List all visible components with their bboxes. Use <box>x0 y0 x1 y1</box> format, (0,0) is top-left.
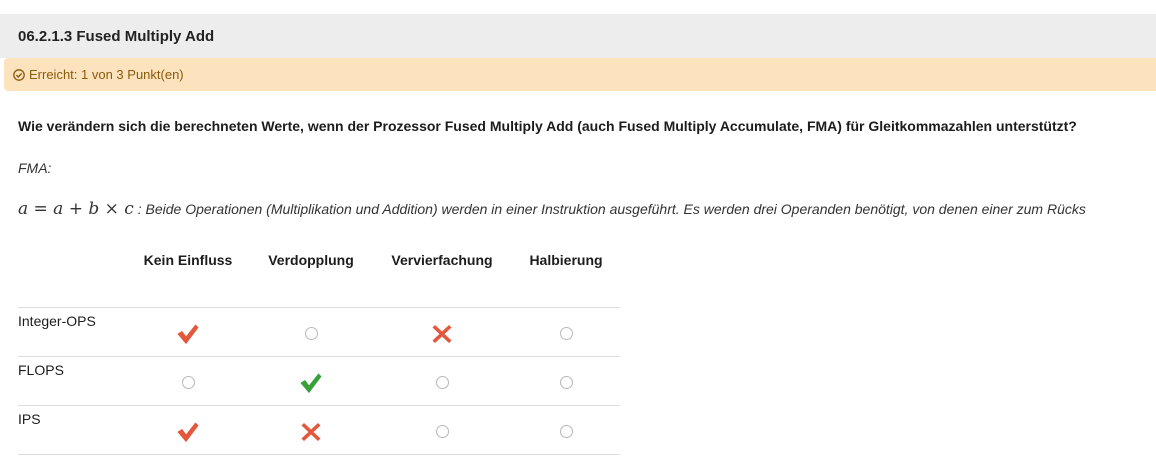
row-header-empty <box>18 252 126 276</box>
answer-cell[interactable] <box>250 405 372 455</box>
answer-cell[interactable] <box>512 405 620 455</box>
fma-formula: a = a + b × c <box>18 199 134 219</box>
row-label: IPS <box>18 405 126 455</box>
column-header-halbierung: Halbierung <box>529 252 603 268</box>
answer-cell[interactable] <box>250 307 372 357</box>
row-label: FLOPS <box>18 356 126 406</box>
answer-cell[interactable] <box>512 307 620 357</box>
check-circle-icon <box>13 68 25 81</box>
checkmark-icon <box>177 324 199 344</box>
answer-cell[interactable] <box>512 356 620 406</box>
table-row: FLOPS <box>18 356 620 406</box>
fma-formula-line: a = a + b × c : Beide Operationen (Multi… <box>18 199 1086 219</box>
fma-label: FMA: <box>18 160 52 176</box>
question-text: Wie verändern sich die berechneten Werte… <box>18 118 1077 134</box>
answer-cell[interactable] <box>372 405 512 455</box>
checkmark-icon <box>300 373 322 393</box>
column-header-kein-einfluss: Kein Einfluss <box>143 252 233 268</box>
cross-icon <box>301 423 321 441</box>
answer-matrix: Kein Einfluss Verdopplung Vervierfachung… <box>18 252 620 455</box>
question-header: 06.2.1.3 Fused Multiply Add <box>0 14 1156 58</box>
row-label: Integer-OPS <box>18 307 126 357</box>
answer-cell[interactable] <box>126 307 250 357</box>
fma-description: : Beide Operationen (Multiplikation und … <box>133 201 1086 217</box>
answer-cell[interactable] <box>372 356 512 406</box>
score-status-text: Erreicht: 1 von 3 Punkt(en) <box>29 67 184 82</box>
table-row: IPS <box>18 405 620 455</box>
question-title: 06.2.1.3 Fused Multiply Add <box>18 27 215 45</box>
table-row: Integer-OPS <box>18 307 620 357</box>
radio-button[interactable] <box>559 375 573 389</box>
score-status-bar: Erreicht: 1 von 3 Punkt(en) <box>4 58 1156 91</box>
column-header-verdopplung: Verdopplung <box>268 252 354 268</box>
answer-cell[interactable] <box>126 356 250 406</box>
cross-icon <box>432 325 452 343</box>
radio-button[interactable] <box>181 375 195 389</box>
radio-button[interactable] <box>559 326 573 340</box>
radio-button[interactable] <box>304 326 318 340</box>
radio-button[interactable] <box>559 424 573 438</box>
column-header-vervierfachung: Vervierfachung <box>391 252 493 268</box>
answer-cell[interactable] <box>250 356 372 406</box>
checkmark-icon <box>177 422 199 442</box>
answer-cell[interactable] <box>126 405 250 455</box>
answer-cell[interactable] <box>372 307 512 357</box>
radio-button[interactable] <box>435 375 449 389</box>
radio-button[interactable] <box>435 424 449 438</box>
